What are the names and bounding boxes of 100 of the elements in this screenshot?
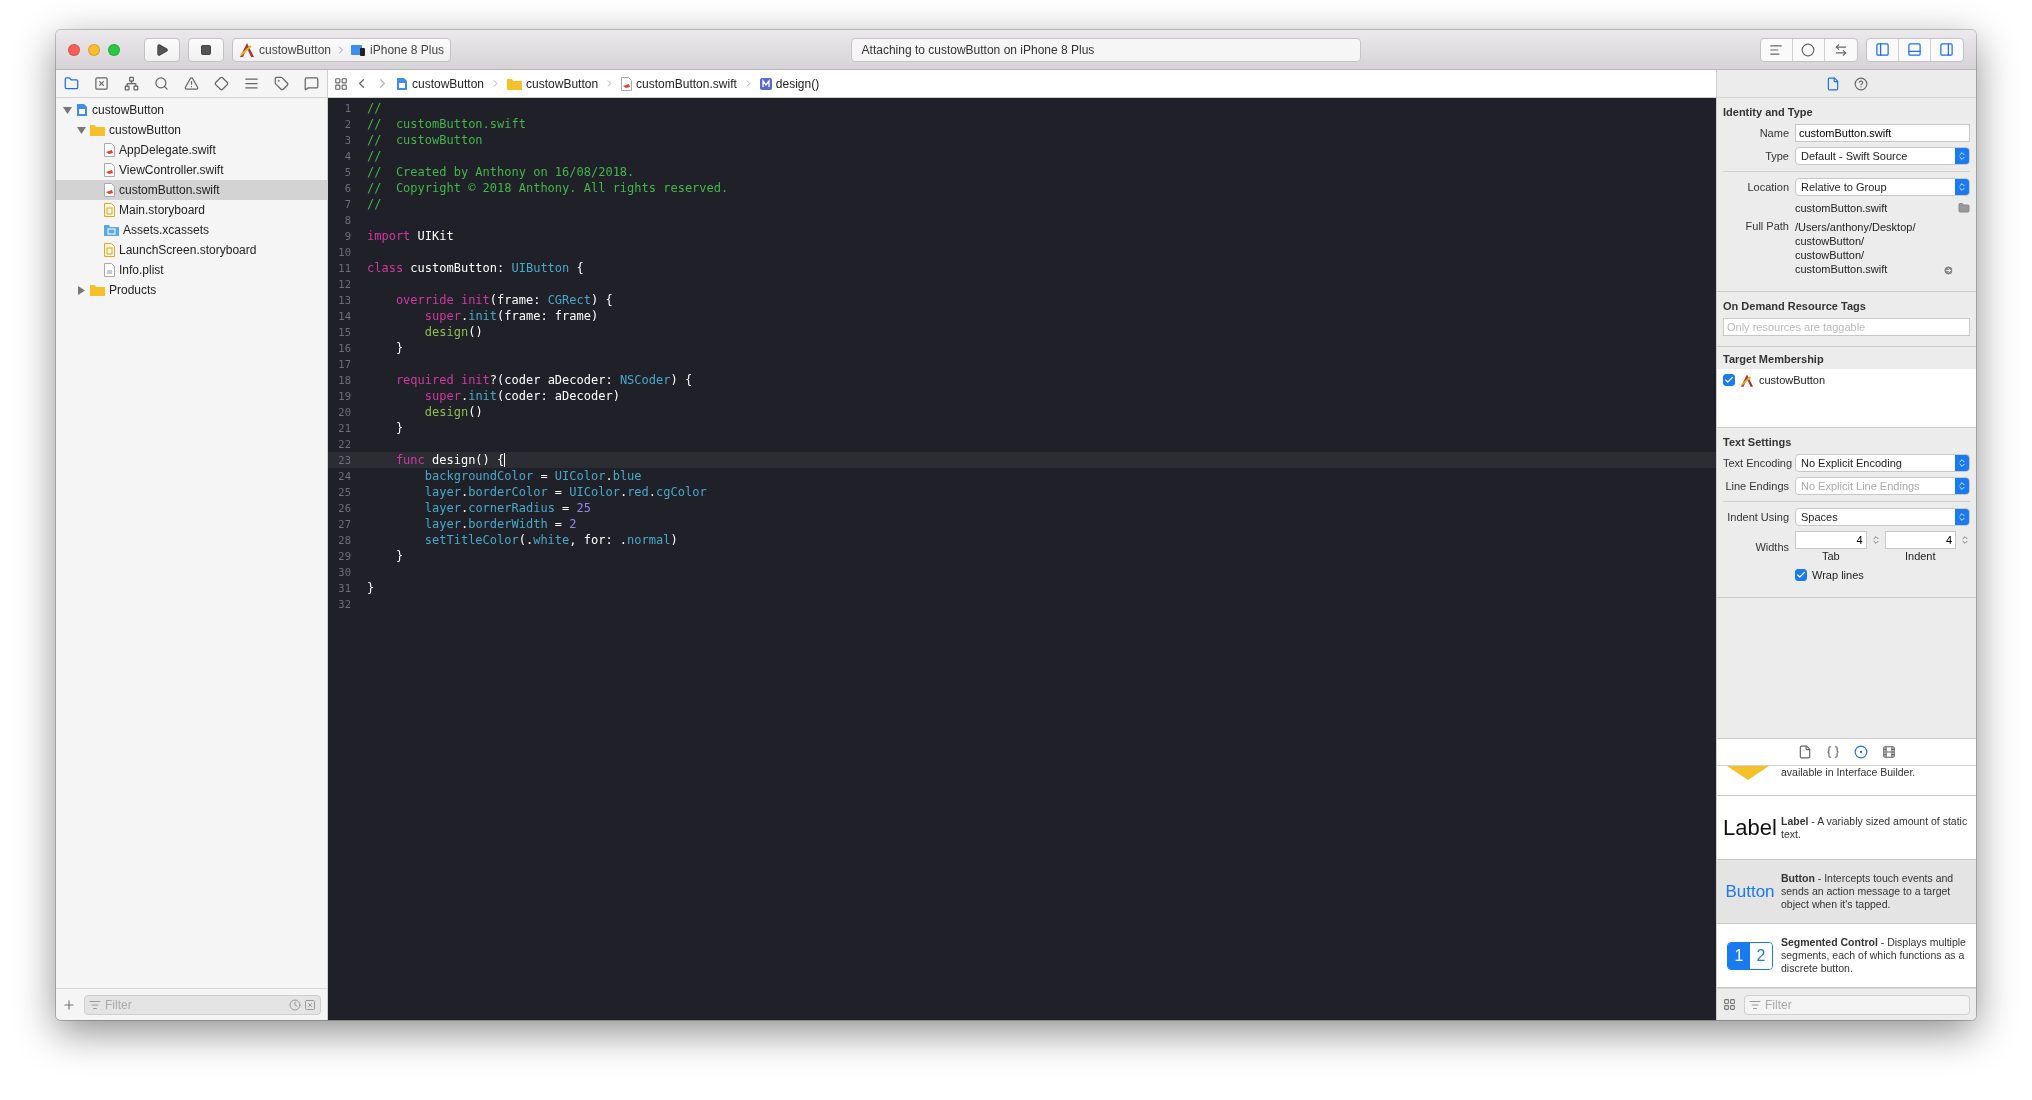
bottom-panel-icon bbox=[1907, 42, 1922, 57]
stepper-icon[interactable] bbox=[1870, 535, 1881, 545]
line-number: 23 bbox=[337, 454, 351, 466]
file-tree-row[interactable]: custowButton bbox=[56, 100, 327, 120]
file-tree-row[interactable]: custowButton bbox=[56, 120, 327, 140]
braces-tab[interactable] bbox=[1825, 745, 1840, 759]
popup-button[interactable]: Default - Swift Source bbox=[1795, 147, 1970, 165]
breadcrumb[interactable]: design() bbox=[759, 76, 820, 91]
braces-icon bbox=[1825, 745, 1840, 759]
run-button[interactable] bbox=[144, 37, 180, 62]
tags-field[interactable]: Only resources are taggable bbox=[1723, 318, 1970, 336]
code-line: func design() { bbox=[394, 453, 506, 467]
document-tab[interactable] bbox=[1825, 76, 1840, 91]
film-icon bbox=[1881, 745, 1896, 759]
code-line: // customButton.swift bbox=[367, 117, 526, 131]
code-line: // Created by Anthony on 16/08/2018. bbox=[367, 165, 635, 179]
film-tab[interactable] bbox=[1881, 745, 1896, 759]
code-line: layer.cornerRadius = 25 bbox=[423, 501, 591, 515]
popup-button[interactable]: Relative to Group bbox=[1795, 178, 1970, 196]
folder-icon bbox=[507, 77, 523, 90]
target-tab[interactable] bbox=[1853, 745, 1868, 759]
file-tree-row[interactable]: ViewController.swift bbox=[56, 160, 327, 180]
indent-width-field[interactable]: 4 bbox=[1884, 531, 1956, 549]
play-icon bbox=[155, 42, 169, 57]
file-tree-row[interactable]: LaunchScreen.storyboard bbox=[56, 240, 327, 260]
field-label: Type bbox=[1764, 150, 1789, 162]
name-field[interactable]: customButton.swift bbox=[1795, 124, 1970, 142]
hierarchy-tab[interactable] bbox=[123, 76, 139, 91]
folder-icon[interactable] bbox=[1958, 202, 1970, 214]
line-number: 30 bbox=[337, 566, 351, 578]
stop-button[interactable] bbox=[188, 37, 224, 62]
tab-width-field[interactable]: 4 bbox=[1795, 531, 1867, 549]
line-number: 6 bbox=[343, 182, 351, 194]
folder-icon bbox=[63, 76, 79, 91]
list-icon bbox=[244, 76, 260, 91]
line-number: 24 bbox=[337, 470, 351, 482]
file-tree-row[interactable]: customButton.swift bbox=[56, 180, 327, 200]
folder-icon bbox=[90, 124, 105, 136]
breadcrumb[interactable]: custowButton bbox=[396, 76, 485, 91]
folder-tab[interactable] bbox=[63, 76, 79, 91]
folder-icon bbox=[90, 284, 105, 296]
popup-button[interactable]: No Explicit Encoding bbox=[1795, 454, 1970, 472]
app-icon bbox=[1740, 373, 1754, 387]
file-tree-row[interactable]: Assets.xcassets bbox=[56, 220, 327, 240]
help-tab[interactable] bbox=[1853, 76, 1868, 91]
line-number: 9 bbox=[343, 230, 351, 242]
file-tree-row[interactable]: Info.plist bbox=[56, 260, 327, 280]
breadcrumb[interactable]: custowButton bbox=[507, 76, 599, 91]
code-line: import UIKit bbox=[367, 229, 454, 243]
code-line: super.init(coder: aDecoder) bbox=[423, 389, 620, 403]
grid-icon[interactable] bbox=[334, 76, 348, 91]
grid-icon[interactable] bbox=[1723, 998, 1736, 1011]
filter-field[interactable]: Filter bbox=[1744, 994, 1970, 1015]
search-icon bbox=[153, 76, 169, 91]
zoom-button[interactable] bbox=[108, 43, 120, 56]
tag-tab[interactable] bbox=[274, 76, 290, 91]
breadcrumb[interactable]: customButton.swift bbox=[621, 76, 737, 91]
library-item[interactable]: available in Interface Builder. bbox=[1717, 766, 1976, 796]
line-number: 26 bbox=[337, 502, 351, 514]
simulator-icon bbox=[351, 43, 367, 56]
section-title: Text Settings bbox=[1723, 435, 1793, 450]
line-number: 12 bbox=[337, 278, 351, 290]
checkbox[interactable] bbox=[1795, 569, 1807, 581]
warning-tab[interactable] bbox=[184, 76, 199, 91]
expand-triangle-icon[interactable] bbox=[76, 285, 86, 295]
editor-mode-control[interactable] bbox=[1760, 37, 1858, 62]
popup-button[interactable]: Spaces bbox=[1795, 508, 1970, 526]
checkbox[interactable] bbox=[1723, 374, 1735, 386]
x-square-icon[interactable] bbox=[304, 998, 316, 1011]
diamond-tab[interactable] bbox=[214, 76, 230, 91]
file-tree-row[interactable]: AppDelegate.swift bbox=[56, 140, 327, 160]
line-number: 17 bbox=[337, 358, 351, 370]
code-line: // custowButton bbox=[367, 133, 483, 147]
filter-field[interactable]: Filter bbox=[84, 994, 321, 1015]
swift-file-icon bbox=[104, 163, 115, 177]
close-button[interactable] bbox=[68, 43, 80, 56]
item-description: available in Interface Builder. bbox=[1781, 766, 1916, 779]
checkbox-label: Wrap lines bbox=[1812, 568, 1864, 582]
storyboard-file-icon bbox=[104, 243, 115, 257]
line-number: 16 bbox=[337, 342, 351, 354]
line-number: 11 bbox=[337, 262, 351, 274]
panel-toggle-control[interactable] bbox=[1866, 37, 1964, 62]
document-tab[interactable] bbox=[1797, 745, 1812, 759]
list-tab[interactable] bbox=[244, 76, 260, 91]
document-icon bbox=[1825, 76, 1840, 91]
line-number: 2 bbox=[343, 118, 351, 130]
code-line: design() bbox=[423, 405, 483, 419]
storyboard-file-icon bbox=[104, 203, 115, 217]
filter-icon bbox=[1749, 998, 1761, 1011]
x-square-tab[interactable] bbox=[93, 76, 109, 91]
file-tree-row[interactable]: Main.storyboard bbox=[56, 200, 327, 220]
add-icon[interactable] bbox=[62, 997, 76, 1012]
code-line: // bbox=[367, 149, 382, 163]
file-tree-row[interactable]: Products bbox=[56, 280, 327, 300]
line-number: 31 bbox=[337, 582, 351, 594]
speech-bubble-tab[interactable] bbox=[304, 76, 320, 91]
library-item[interactable]: Button Button - Intercepts touch events and sends an action message to a target object when it's tapped. bbox=[1717, 860, 1976, 924]
stepper-icon[interactable] bbox=[1960, 535, 1970, 545]
scheme-selector[interactable]: custowButton iPhone 8 Plus bbox=[232, 37, 452, 62]
search-tab[interactable] bbox=[153, 76, 169, 91]
